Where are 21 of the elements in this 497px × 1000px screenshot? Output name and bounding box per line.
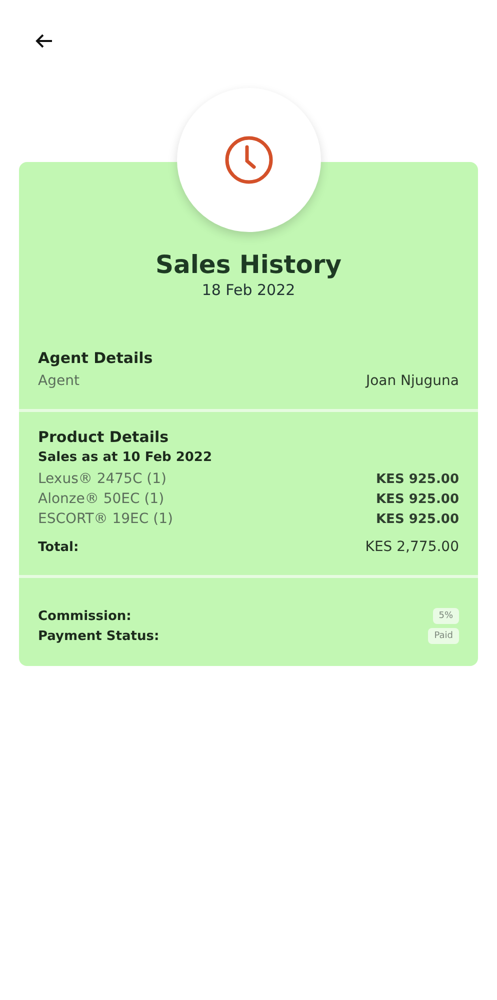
agent-label: Agent	[38, 373, 80, 389]
summary-badge: 5%	[432, 608, 459, 624]
product-name: Lexus® 2475C (1)	[38, 471, 167, 487]
summary-label: Commission:	[38, 608, 132, 624]
section-heading: Agent Details	[38, 349, 154, 367]
total-amount: KES 2,775.00	[365, 539, 459, 555]
total-label: Total:	[38, 540, 79, 554]
product-name: Alonze® 50EC (1)	[38, 491, 164, 507]
summary-label: Payment Status:	[38, 628, 160, 644]
clock-icon	[222, 134, 274, 186]
summary-badge: Paid	[428, 628, 459, 644]
back-arrow-icon	[35, 33, 53, 49]
product-amount: KES 925.00	[376, 512, 459, 526]
history-date: 18 Feb 2022	[200, 281, 296, 299]
sales-date: Sales as at 10 Feb 2022	[38, 450, 212, 465]
agent-name: Joan Njuguna	[366, 373, 459, 389]
product-amount: KES 925.00	[376, 472, 459, 486]
product-name: ESCORT® 19EC (1)	[38, 511, 173, 527]
section-heading: Product Details	[38, 428, 170, 446]
product-amount: KES 925.00	[376, 492, 459, 506]
page-title: Sales History	[154, 250, 343, 279]
